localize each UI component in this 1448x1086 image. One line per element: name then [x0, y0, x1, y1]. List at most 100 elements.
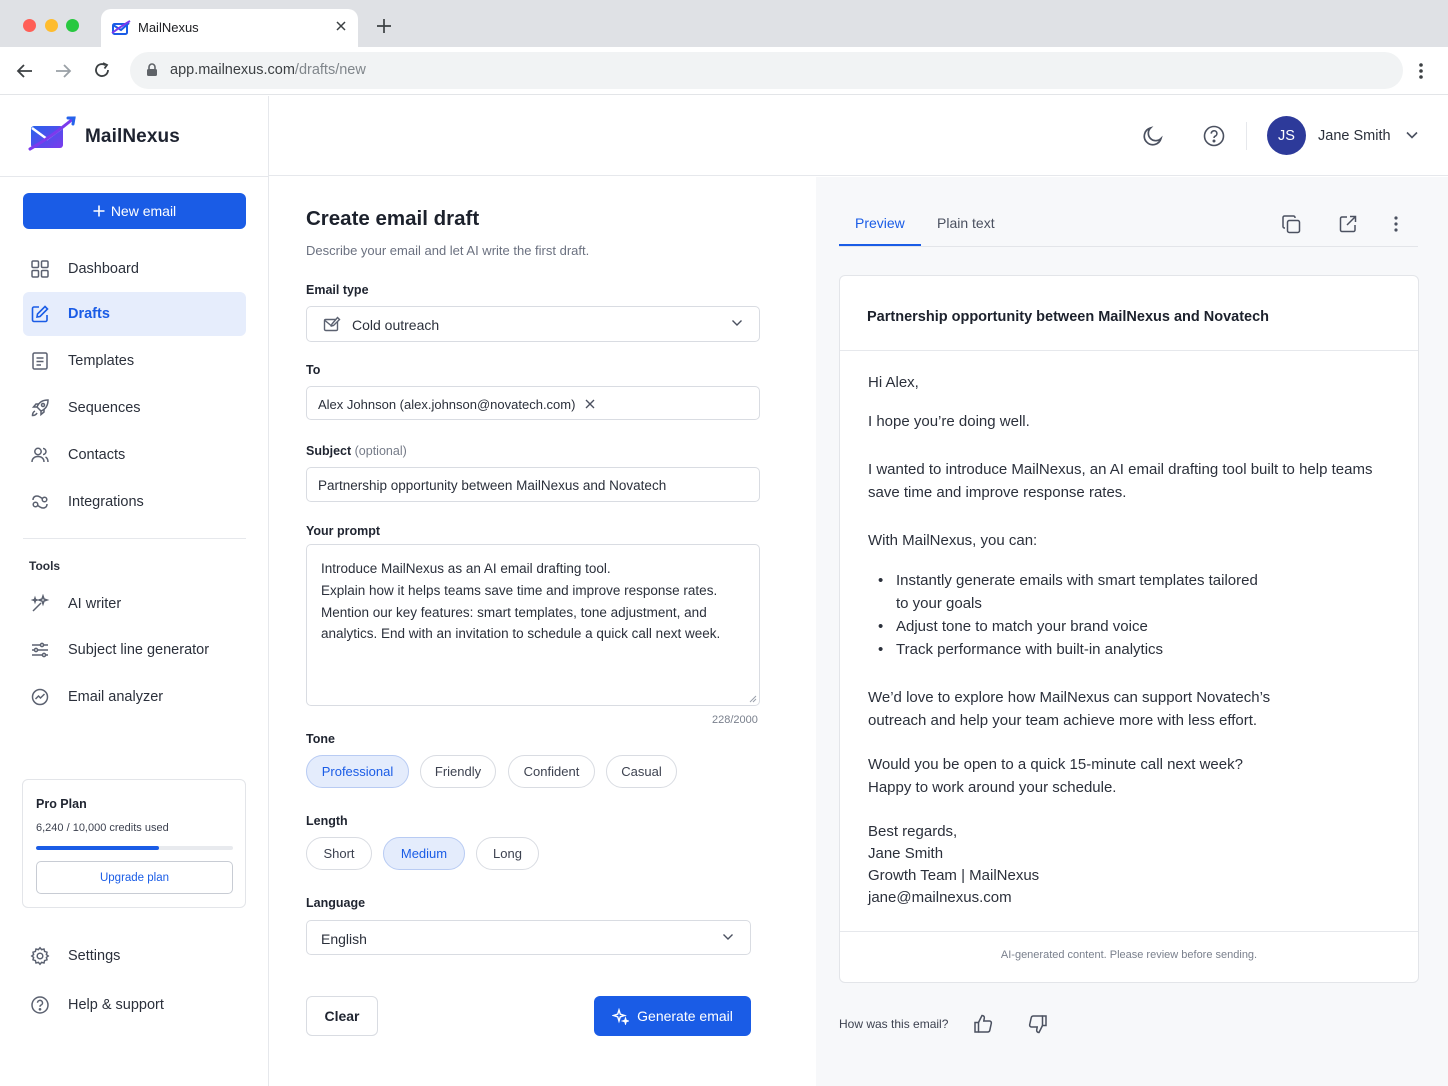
analyzer-icon: [30, 687, 50, 707]
page-subtitle: Describe your email and let AI write the…: [306, 243, 590, 258]
minimize-window-button[interactable]: [45, 19, 58, 32]
sidebar-item-label: Subject line generator: [68, 642, 210, 658]
reload-icon[interactable]: [93, 61, 111, 79]
plus-icon: [93, 205, 105, 217]
thumbs-up-icon[interactable]: [972, 1013, 994, 1035]
sidebar-item-contacts[interactable]: Contacts: [23, 433, 246, 477]
to-field[interactable]: Alex Johnson (alex.johnson@novatech.com): [306, 386, 760, 420]
list-item: Adjust tone to match your brand voice: [868, 615, 1388, 638]
length-option-short[interactable]: Short: [306, 837, 372, 870]
lock-icon: [146, 63, 158, 77]
maximize-window-button[interactable]: [66, 19, 79, 32]
address-bar[interactable]: app.mailnexus.com/drafts/new: [130, 52, 1403, 89]
help-icon[interactable]: [1203, 125, 1225, 147]
remove-recipient-icon[interactable]: [585, 399, 595, 409]
sidebar-divider: [23, 538, 246, 539]
subject-label: Subject (optional): [306, 444, 407, 458]
sidebar-item-drafts[interactable]: Drafts: [23, 292, 246, 336]
topbar-divider: [1246, 122, 1247, 150]
upgrade-plan-button[interactable]: Upgrade plan: [36, 861, 233, 894]
grid-icon: [30, 259, 50, 279]
browser-tab[interactable]: MailNexus: [101, 9, 358, 47]
close-window-button[interactable]: [23, 19, 36, 32]
more-options-icon[interactable]: [1393, 215, 1399, 233]
sidebar-item-dashboard[interactable]: Dashboard: [23, 247, 246, 291]
email-greeting: Hi Alex,: [868, 374, 919, 391]
close-tab-icon[interactable]: [335, 20, 347, 32]
brand-name: MailNexus: [85, 126, 180, 147]
sidebar-item-label: Templates: [68, 353, 135, 369]
sidebar-item-label: Integrations: [68, 494, 144, 510]
sidebar-item-settings[interactable]: Settings: [23, 934, 246, 978]
language-label: Language: [306, 896, 366, 910]
draft-form: Create email draft Describe your email a…: [269, 177, 816, 1086]
subject-label-text: Subject: [306, 444, 352, 458]
resize-handle-icon[interactable]: [749, 695, 757, 703]
to-label: To: [306, 363, 321, 377]
new-email-button[interactable]: New email: [23, 193, 246, 229]
feature-list: Instantly generate emails with smart tem…: [868, 569, 1388, 661]
url-text: app.mailnexus.com/drafts/new: [170, 62, 366, 78]
sidebar-item-subject-line-generator[interactable]: Subject line generator: [23, 628, 246, 672]
tone-option-confident[interactable]: Confident: [508, 755, 595, 788]
sidebar-item-email-analyzer[interactable]: Email analyzer: [23, 675, 246, 719]
sidebar-item-help-support[interactable]: Help & support: [23, 983, 246, 1027]
clear-button[interactable]: Clear: [306, 996, 378, 1036]
help-icon: [30, 995, 50, 1015]
plan-usage: 6,240 / 10,000 credits used: [36, 822, 169, 834]
active-tab-indicator: [839, 244, 921, 246]
email-paragraph: We’d love to explore how MailNexus can s…: [868, 689, 1271, 729]
subject-input[interactable]: Partnership opportunity between MailNexu…: [306, 467, 760, 502]
user-name[interactable]: Jane Smith: [1318, 128, 1391, 144]
language-select[interactable]: English: [306, 920, 751, 955]
chevron-down-icon: [731, 319, 743, 327]
pencil-envelope-icon: [323, 316, 341, 334]
browser-menu-icon[interactable]: [1418, 61, 1424, 81]
language-value: English: [321, 931, 367, 947]
new-tab-icon[interactable]: [376, 18, 392, 34]
tone-option-professional[interactable]: Professional: [306, 755, 409, 788]
length-option-medium[interactable]: Medium: [383, 837, 465, 870]
tab-preview[interactable]: Preview: [855, 215, 905, 231]
character-count: 228/2000: [712, 714, 758, 726]
sidebar-item-templates[interactable]: Templates: [23, 339, 246, 383]
prompt-textarea[interactable]: Introduce MailNexus as an AI email draft…: [306, 544, 760, 706]
recipient-chip-label: Alex Johnson (alex.johnson@novatech.com): [318, 396, 576, 412]
generate-email-button[interactable]: Generate email: [594, 996, 751, 1036]
tools-heading: Tools: [29, 559, 61, 573]
sidebar-item-integrations[interactable]: Integrations: [23, 480, 246, 524]
prompt-label: Your prompt: [306, 524, 381, 538]
users-icon: [30, 445, 50, 465]
email-paragraph: I hope you’re doing well.: [868, 413, 1030, 430]
sliders-icon: [30, 640, 50, 660]
tab-divider: [839, 246, 1418, 247]
integrations-icon: [30, 492, 50, 512]
length-option-long[interactable]: Long: [476, 837, 539, 870]
sidebar-item-ai-writer[interactable]: AI writer: [23, 582, 246, 626]
ai-disclaimer: AI-generated content. Please review befo…: [1000, 949, 1258, 961]
subject-value: Partnership opportunity between MailNexu…: [318, 478, 667, 493]
subject-optional-text: (optional): [354, 444, 407, 458]
preview-panel: Preview Plain text Partnership opportuni…: [816, 177, 1448, 1086]
signature-team: Growth Team | MailNexus: [868, 867, 1040, 884]
avatar[interactable]: JS: [1267, 116, 1306, 155]
back-arrow-icon[interactable]: [16, 62, 34, 80]
sidebar-item-label: Dashboard: [68, 261, 139, 277]
tab-plain-text[interactable]: Plain text: [937, 215, 995, 231]
sidebar-item-label: Sequences: [68, 400, 141, 416]
tone-option-friendly[interactable]: Friendly: [420, 755, 496, 788]
chevron-down-icon[interactable]: [1405, 130, 1419, 140]
tone-option-casual[interactable]: Casual: [606, 755, 677, 788]
sidebar-item-sequences[interactable]: Sequences: [23, 386, 246, 430]
sparkle-icon: [612, 1007, 630, 1025]
url-domain: app.mailnexus.com: [170, 62, 295, 78]
signoff: Best regards,: [868, 823, 958, 840]
thumbs-down-icon[interactable]: [1027, 1013, 1049, 1035]
top-bar: JS Jane Smith: [269, 96, 1448, 176]
forward-arrow-icon[interactable]: [54, 62, 72, 80]
open-external-icon[interactable]: [1338, 214, 1358, 234]
plan-card: Pro Plan 6,240 / 10,000 credits used Upg…: [22, 779, 246, 908]
dark-mode-moon-icon[interactable]: [1141, 124, 1165, 148]
email-type-select[interactable]: Cold outreach: [306, 306, 760, 342]
copy-icon[interactable]: [1281, 214, 1302, 235]
